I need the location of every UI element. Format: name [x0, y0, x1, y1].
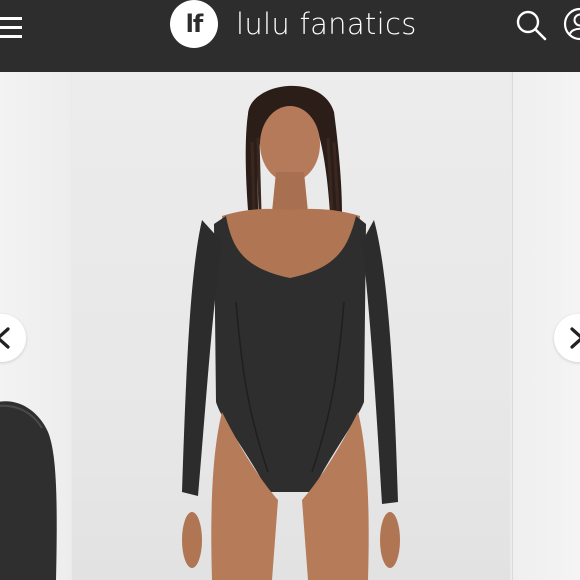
- brand-logo[interactable]: lf: [170, 0, 218, 48]
- page: lf lulu fanatics: [0, 0, 580, 580]
- chevron-right-icon: [554, 314, 580, 362]
- main-product-image[interactable]: [72, 72, 510, 580]
- carousel-prev-button[interactable]: [0, 314, 26, 362]
- hamburger-menu-icon[interactable]: [0, 14, 22, 38]
- search-icon[interactable]: [514, 8, 548, 42]
- product-image-carousel[interactable]: [0, 72, 580, 580]
- logo-mark: lf: [185, 10, 204, 38]
- site-header: lf lulu fanatics: [0, 0, 580, 72]
- carousel-next-button[interactable]: [554, 314, 580, 362]
- chevron-left-icon: [0, 314, 26, 362]
- account-icon[interactable]: [562, 6, 580, 42]
- brand-name[interactable]: lulu fanatics: [236, 2, 417, 46]
